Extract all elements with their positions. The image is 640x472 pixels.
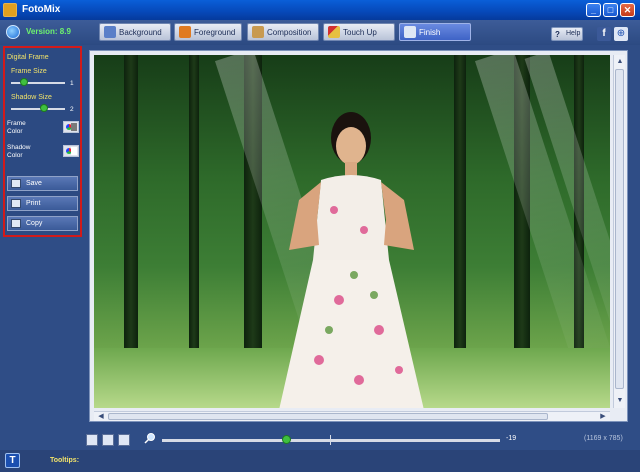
zoom-value: -19 — [506, 435, 517, 442]
help-icon: ? — [555, 30, 560, 39]
frame-size-value: 1 — [70, 80, 74, 87]
save-button[interactable]: Save — [7, 176, 78, 191]
scroll-left-icon[interactable]: ◀ — [96, 412, 106, 422]
frame-size-thumb[interactable] — [20, 78, 28, 86]
frame-color-label: Frame Color — [7, 120, 26, 135]
frame-color-picker[interactable] — [63, 121, 79, 133]
help-button[interactable]: ? Help — [551, 27, 583, 41]
shadow-color-picker[interactable] — [63, 145, 79, 157]
background-icon — [104, 26, 116, 38]
tab-background[interactable]: Background — [99, 23, 171, 41]
grid-view-icon[interactable] — [118, 434, 130, 446]
close-button[interactable]: ✕ — [620, 3, 635, 17]
shadow-size-slider[interactable] — [11, 108, 65, 110]
tab-composition[interactable]: Composition — [247, 23, 319, 41]
horizontal-scroll-thumb[interactable] — [108, 413, 548, 420]
copy-button[interactable]: Copy — [7, 216, 78, 231]
title-bar: FotoMix _ □ ✕ — [0, 0, 640, 20]
status-bar: T Tooltips: — [0, 450, 640, 472]
foreground-icon — [179, 26, 191, 38]
window-title: FotoMix — [22, 4, 61, 15]
fit-width-icon[interactable] — [86, 434, 98, 446]
tab-foreground[interactable]: Foreground — [174, 23, 242, 41]
scroll-down-icon[interactable]: ▼ — [615, 396, 625, 406]
app-icon — [3, 3, 17, 17]
touchup-icon — [328, 26, 340, 38]
shadow-size-thumb[interactable] — [40, 104, 48, 112]
composite-photo — [94, 55, 610, 408]
image-dimensions: (1169 x 785) — [584, 435, 623, 442]
digital-frame-panel: Digital Frame Frame Size 1 Shadow Size 2… — [3, 46, 82, 237]
image-canvas[interactable]: ▲ ▼ ◀ ▶ — [89, 50, 628, 422]
person-figure — [279, 112, 424, 408]
scroll-right-icon[interactable]: ▶ — [598, 412, 608, 422]
shadow-color-fill — [71, 147, 77, 155]
minimize-button[interactable]: _ — [586, 3, 601, 17]
copy-icon — [11, 219, 21, 228]
print-button[interactable]: Print — [7, 196, 78, 211]
frame-color-fill — [71, 123, 77, 131]
panel-title: Digital Frame — [7, 54, 49, 61]
globe-icon[interactable]: ⊕ — [614, 27, 628, 41]
vertical-scrollbar[interactable]: ▲ ▼ — [613, 55, 625, 408]
tab-touch-up[interactable]: Touch Up — [323, 23, 395, 41]
zoom-slider[interactable] — [162, 439, 500, 442]
text-tool-icon[interactable]: T — [5, 453, 20, 468]
horizontal-scrollbar[interactable]: ◀ ▶ — [94, 411, 610, 421]
print-icon — [11, 199, 21, 208]
tooltips-label: Tooltips: — [50, 457, 80, 464]
finish-icon — [404, 26, 416, 38]
frame-size-label: Frame Size — [11, 68, 47, 75]
zoom-icon — [144, 433, 155, 444]
vertical-scroll-thumb[interactable] — [615, 69, 624, 389]
top-toolbar: Version: 8.9 Background Foreground Compo… — [0, 20, 640, 45]
composition-icon — [252, 26, 264, 38]
shadow-size-label: Shadow Size — [11, 94, 52, 101]
tab-finish[interactable]: Finish — [399, 23, 471, 41]
fit-page-icon[interactable] — [102, 434, 114, 446]
version-label: Version: 8.9 — [26, 27, 71, 36]
version-icon — [6, 25, 20, 39]
shadow-size-value: 2 — [70, 106, 74, 113]
facebook-icon[interactable]: f — [597, 27, 611, 41]
scroll-up-icon[interactable]: ▲ — [615, 57, 625, 67]
save-icon — [11, 179, 21, 188]
maximize-button[interactable]: □ — [603, 3, 618, 17]
zoom-thumb[interactable] — [282, 435, 291, 444]
shadow-color-label: Shadow Color — [7, 144, 31, 159]
zoom-bar: -19 (1169 x 785) — [0, 426, 640, 450]
